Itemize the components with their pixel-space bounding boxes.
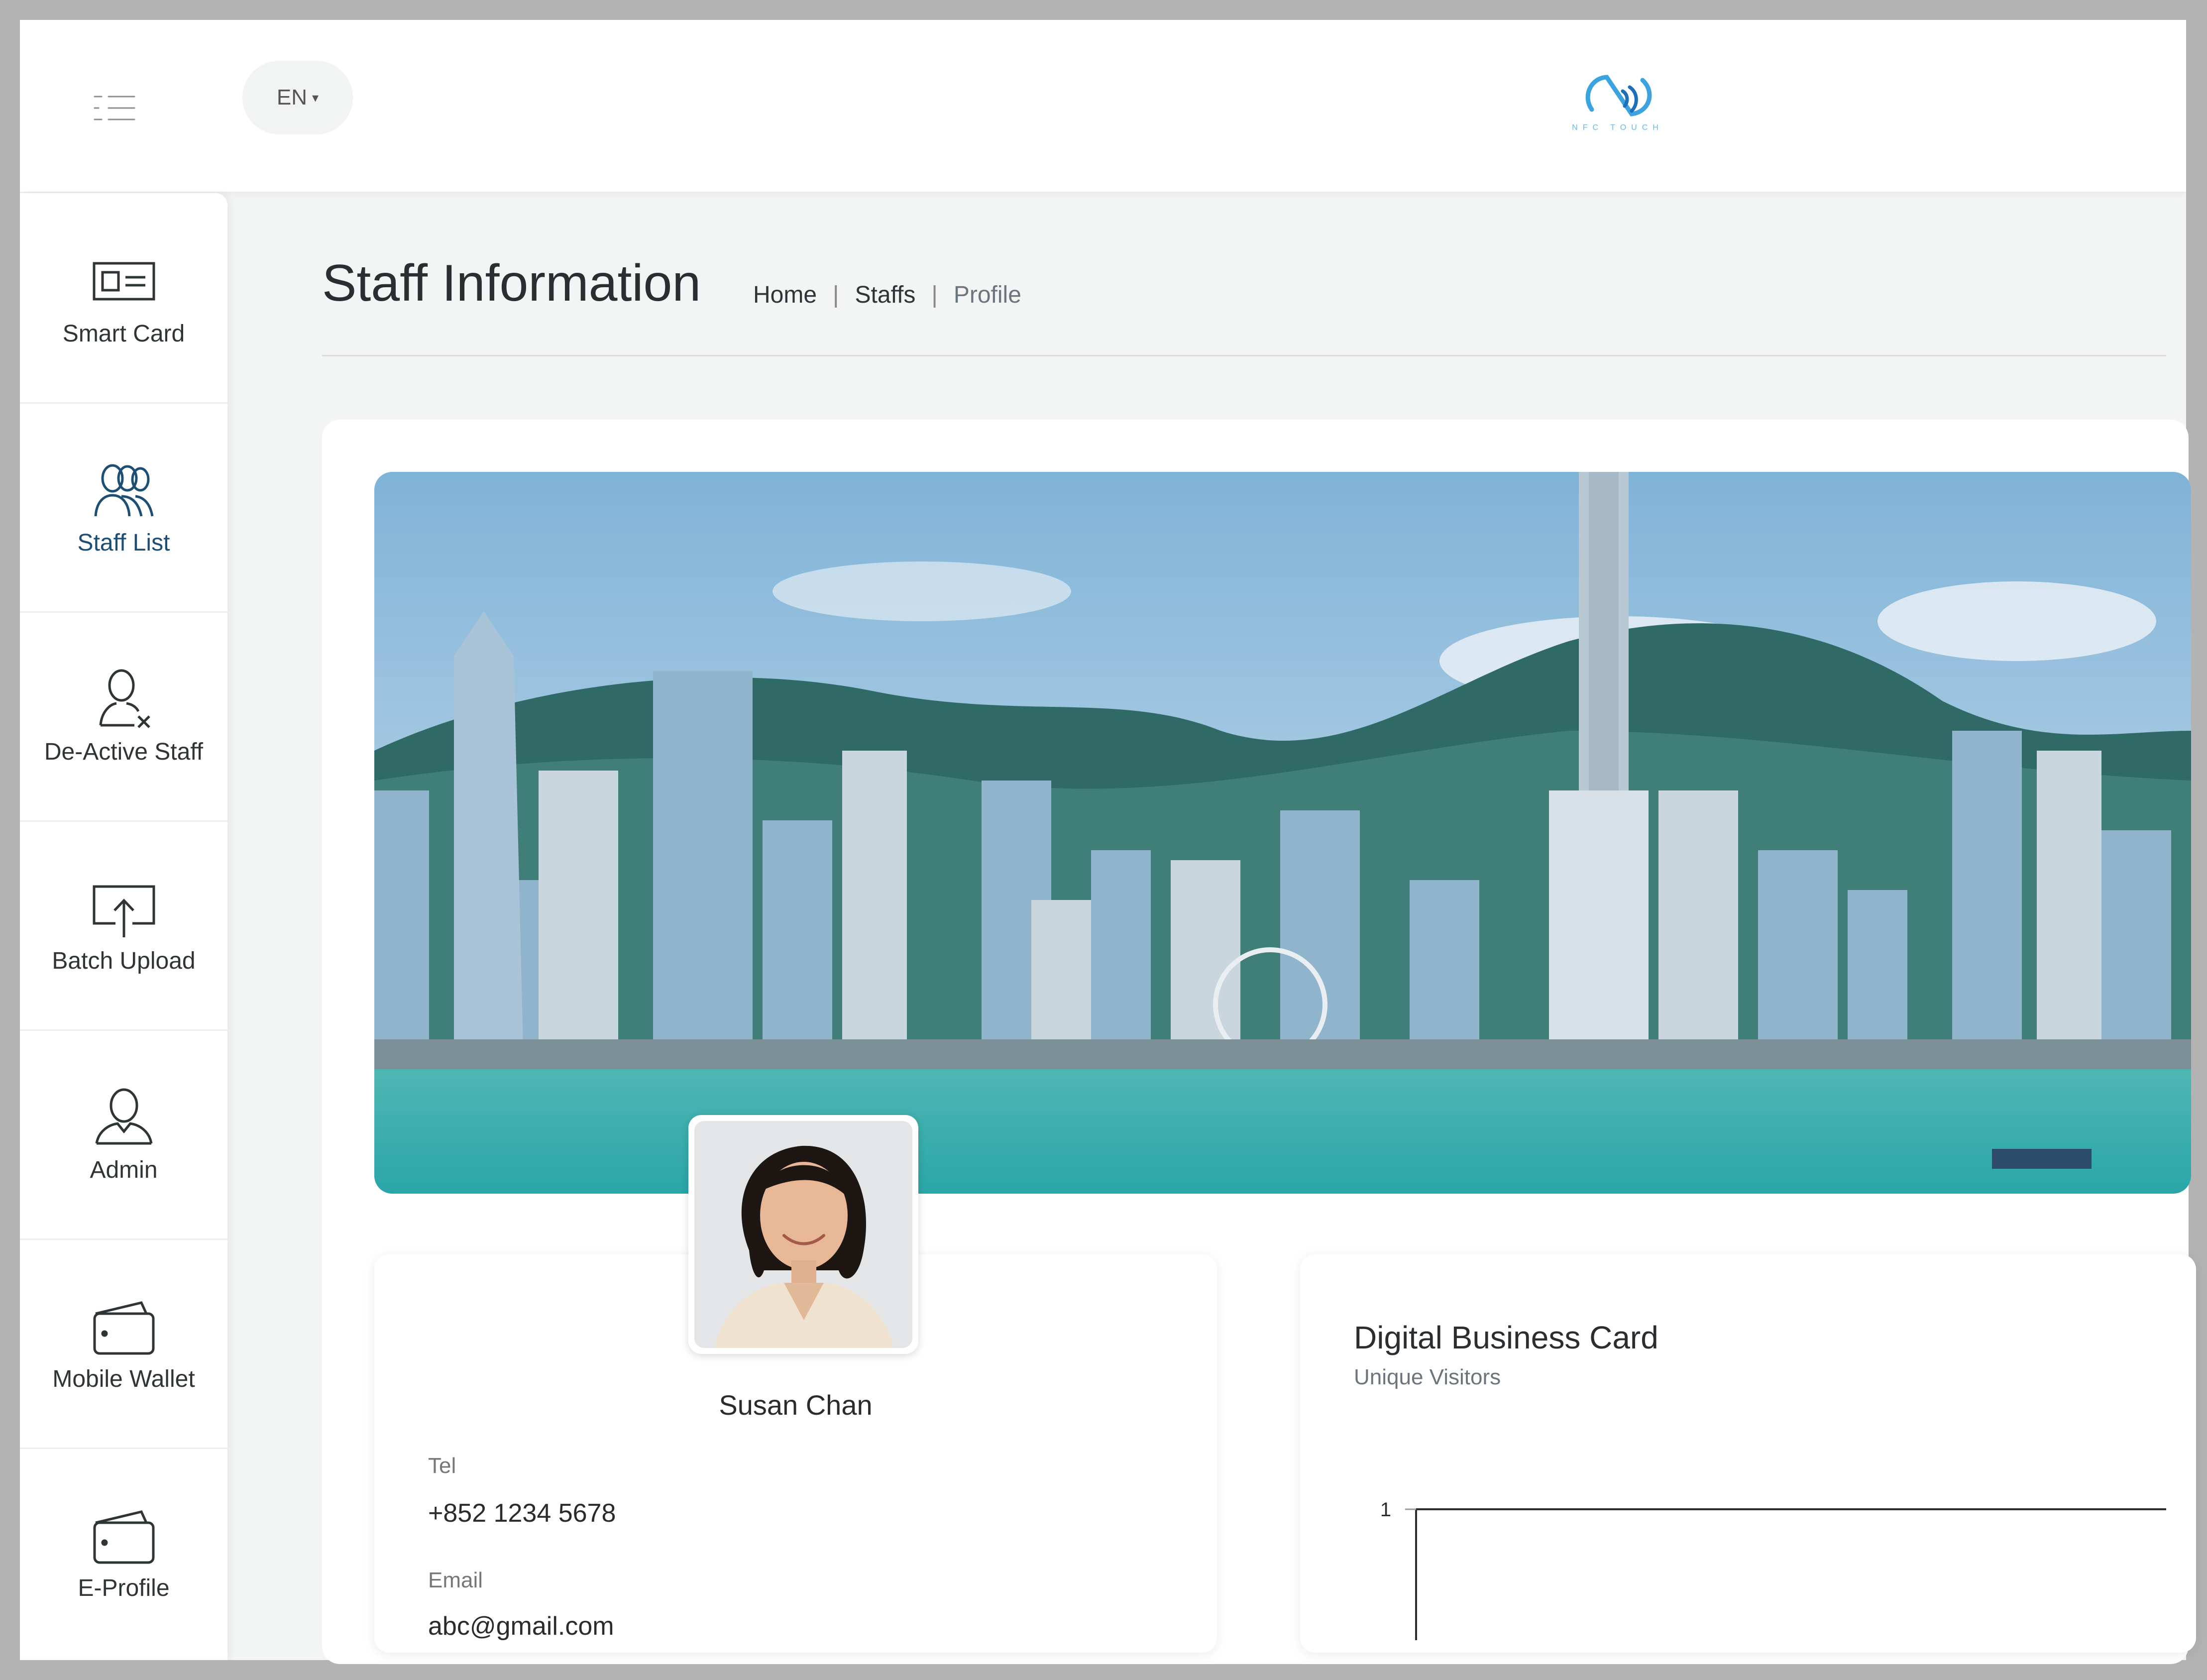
sidebar-item-label: E-Profile <box>78 1574 170 1601</box>
language-value: EN <box>276 85 308 110</box>
wallet-icon <box>87 1503 161 1568</box>
visitors-chart: 1 <box>1344 1483 2166 1640</box>
sidebar-item-label: Mobile Wallet <box>52 1365 195 1392</box>
tel-value[interactable]: +852 1234 5678 <box>428 1498 616 1528</box>
sidebar-item-label: Admin <box>90 1156 158 1183</box>
user-remove-icon <box>87 667 161 731</box>
cover-banner-image <box>374 472 2191 1194</box>
breadcrumb-separator: | <box>833 282 839 308</box>
wallet-icon <box>87 1294 161 1358</box>
sidebar-item-label: Staff List <box>77 529 170 556</box>
chart-subtitle: Unique Visitors <box>1354 1365 1501 1389</box>
sidebar-item-de-active-staff[interactable]: De-Active Staff <box>20 611 227 822</box>
email-label: Email <box>428 1568 483 1592</box>
page-title: Staff Information <box>322 254 701 312</box>
language-dropdown[interactable]: EN ▾ <box>242 61 353 134</box>
breadcrumb-separator: | <box>931 282 938 308</box>
avatar-photo <box>694 1121 912 1348</box>
chart-title: Digital Business Card <box>1354 1320 1658 1355</box>
user-icon <box>87 1085 161 1149</box>
title-divider <box>322 355 2166 356</box>
breadcrumb-staffs-link[interactable]: Staffs <box>855 281 916 309</box>
sidebar: Smart Card Staff List De-Active Staff Ba… <box>20 193 227 1660</box>
sidebar-item-label: De-Active Staff <box>44 738 204 765</box>
caret-down-icon: ▾ <box>312 90 319 105</box>
breadcrumb: Home | Staffs | Profile <box>753 281 1021 309</box>
sidebar-item-staff-list[interactable]: Staff List <box>20 402 227 613</box>
sidebar-item-label: Batch Upload <box>52 947 196 974</box>
email-value[interactable]: abc@gmail.com <box>428 1611 614 1641</box>
tel-label: Tel <box>428 1454 456 1478</box>
users-group-icon <box>87 457 161 522</box>
sidebar-item-mobile-wallet[interactable]: Mobile Wallet <box>20 1238 227 1449</box>
menu-toggle-icon[interactable] <box>94 95 135 121</box>
chart-y-tick-label: 1 <box>1380 1499 1391 1521</box>
breadcrumb-current: Profile <box>953 282 1021 308</box>
staff-name: Susan Chan <box>719 1389 873 1421</box>
sidebar-item-smart-card[interactable]: Smart Card <box>20 193 227 404</box>
sidebar-item-admin[interactable]: Admin <box>20 1029 227 1240</box>
avatar <box>688 1115 918 1354</box>
top-header: EN ▾ NFC TOUCH <box>20 20 2186 192</box>
id-card-icon <box>87 248 161 313</box>
sidebar-item-batch-upload[interactable]: Batch Upload <box>20 820 227 1031</box>
breadcrumb-home-link[interactable]: Home <box>753 281 817 309</box>
upload-screen-icon <box>87 876 161 940</box>
logo-wordmark: NFC TOUCH <box>1572 123 1663 132</box>
sidebar-item-e-profile[interactable]: E-Profile <box>20 1448 227 1657</box>
sidebar-item-label: Smart Card <box>62 320 185 347</box>
